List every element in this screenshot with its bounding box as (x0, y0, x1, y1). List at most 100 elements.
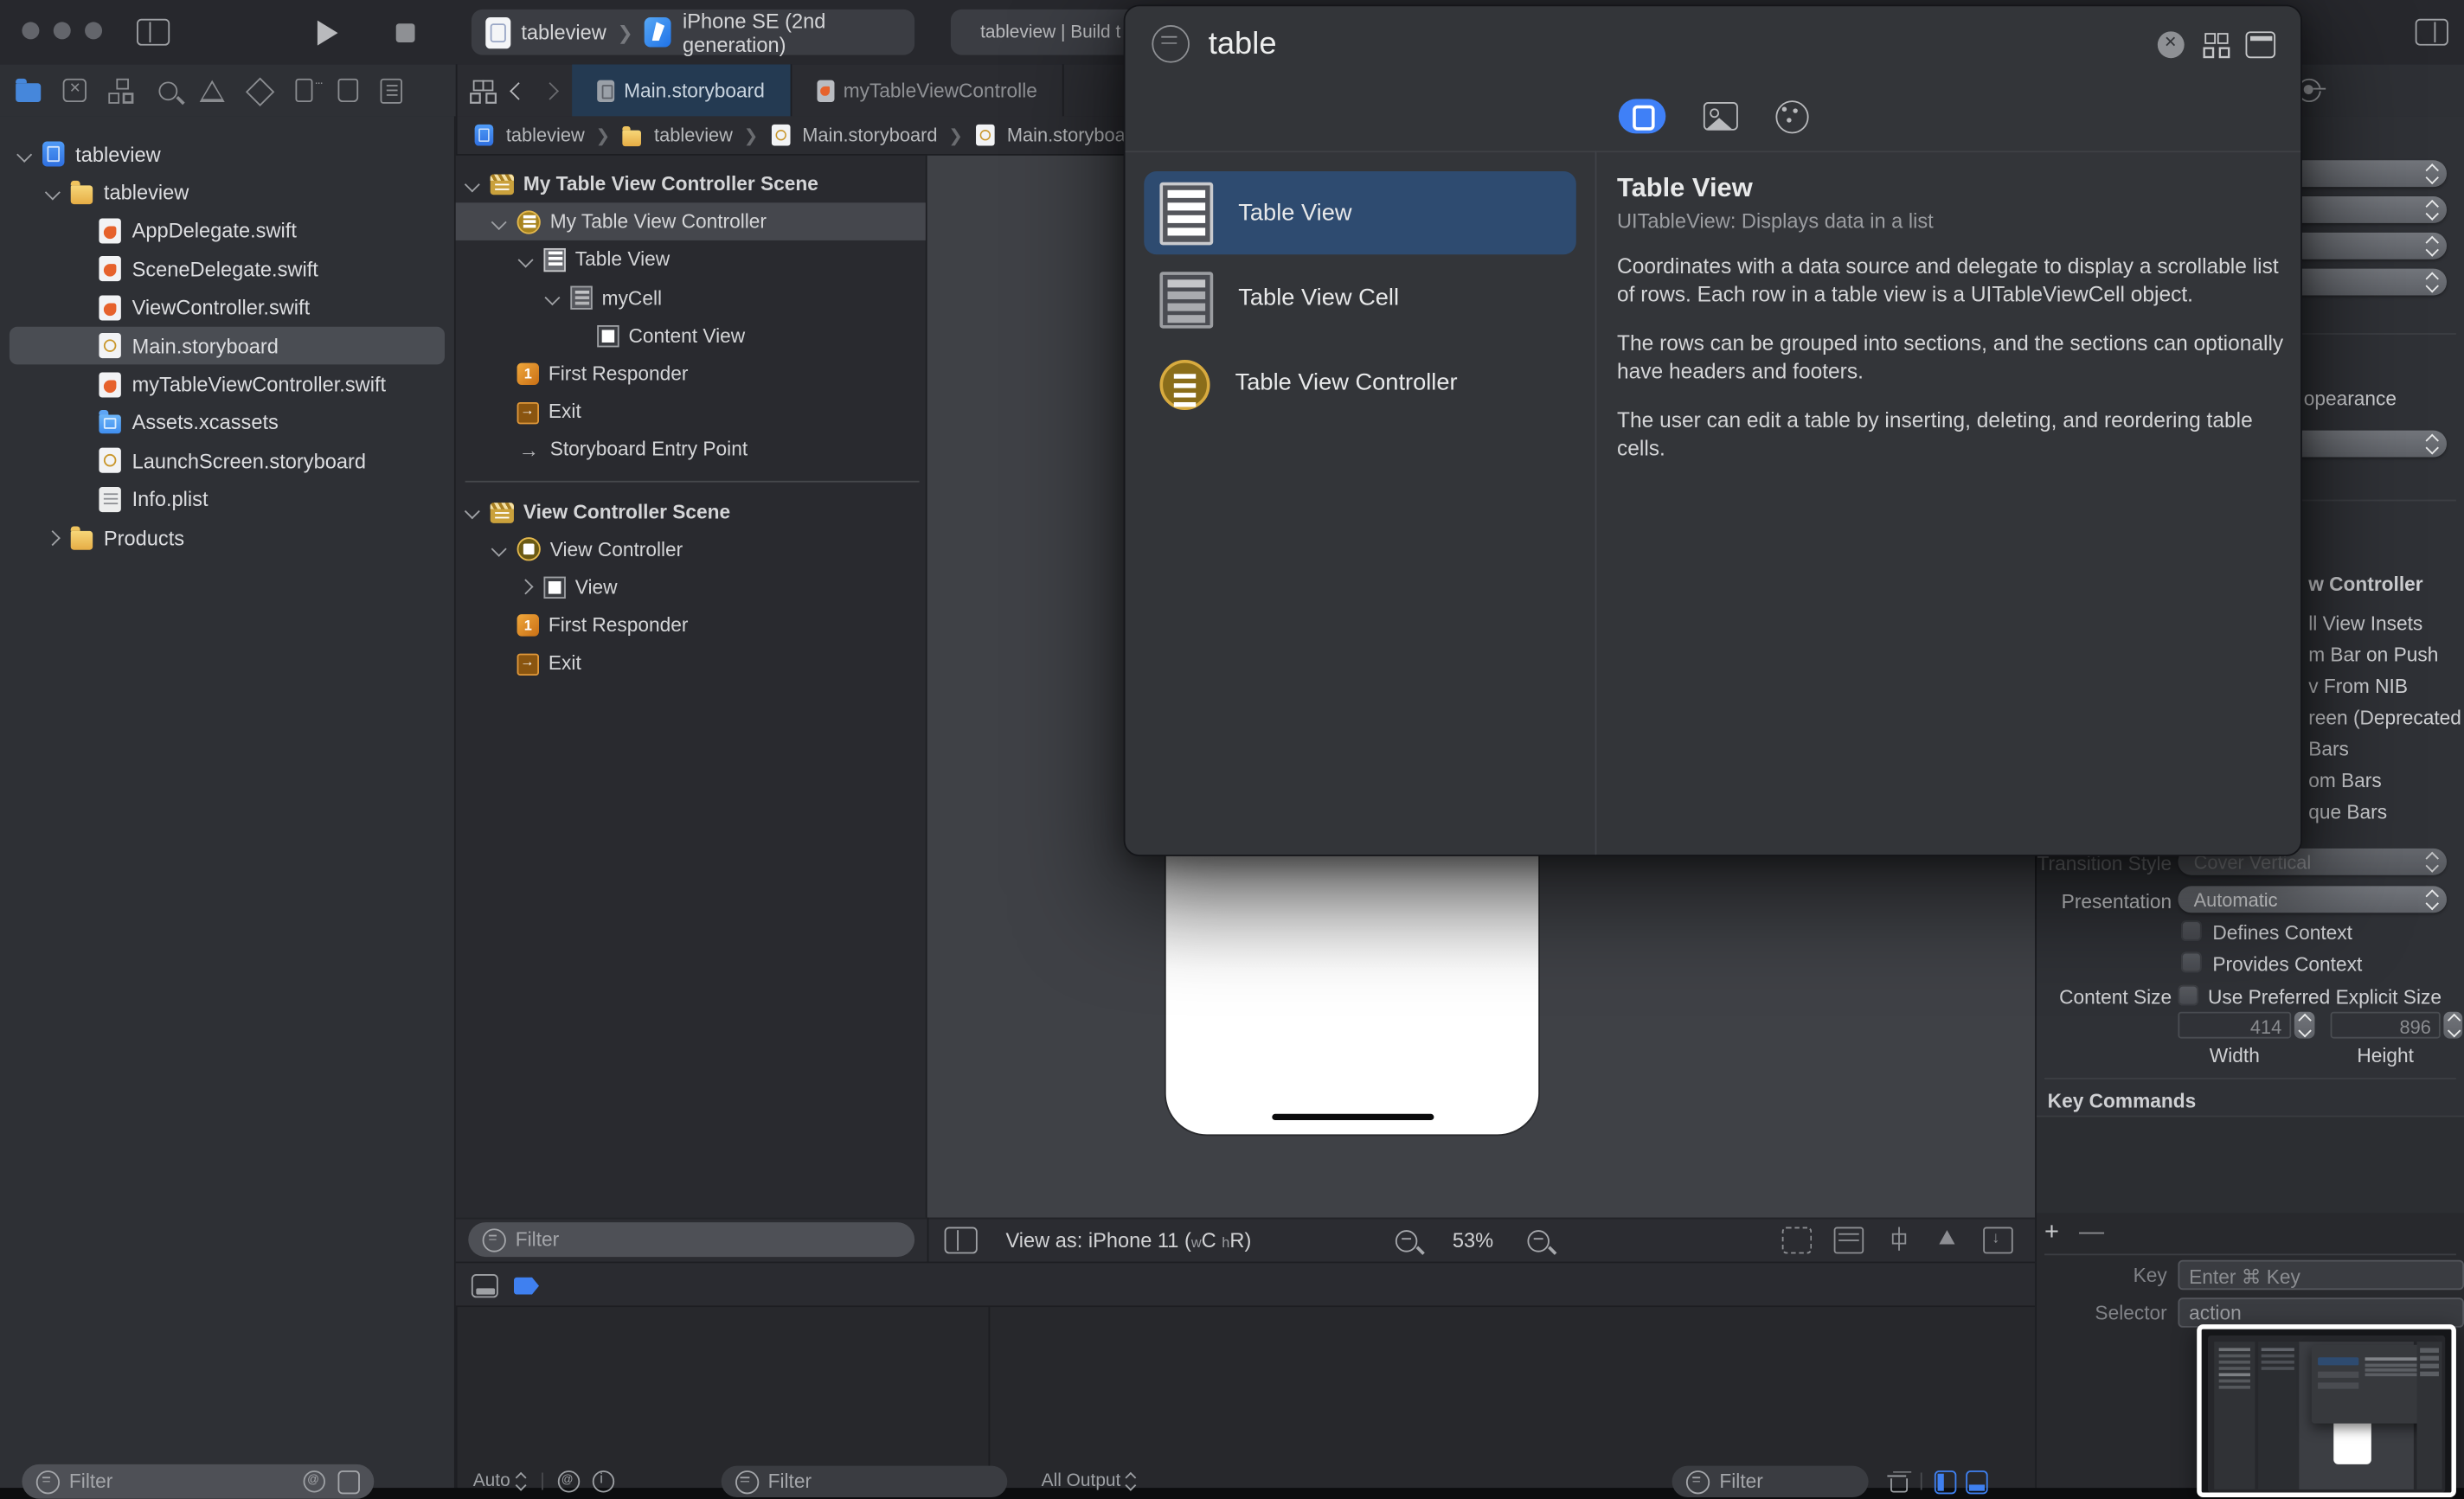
zoom-level[interactable]: 53% (1453, 1228, 1493, 1252)
update-frames-icon[interactable] (1781, 1227, 1813, 1254)
height-stepper[interactable] (2443, 1011, 2463, 1039)
tab-main-storyboard[interactable]: Main.storyboard (572, 64, 792, 117)
disclosure-icon[interactable] (491, 214, 507, 230)
align-icon[interactable] (1833, 1227, 1864, 1254)
hide-debug-area-icon[interactable] (471, 1274, 498, 1298)
symbol-navigator-icon[interactable] (108, 77, 137, 103)
presentation-select[interactable]: Automatic (2178, 886, 2448, 913)
breadcrumb-item[interactable]: Main.storyboa (1007, 124, 1126, 145)
info-icon[interactable] (592, 1470, 614, 1493)
traffic-close-button[interactable] (22, 22, 40, 40)
width-stepper[interactable] (2294, 1011, 2315, 1039)
zoom-in-icon[interactable] (1528, 1229, 1550, 1252)
file-row-main-storyboard[interactable]: Main.storyboard (9, 326, 446, 366)
outline-row-mycell[interactable]: myCell (456, 279, 926, 317)
file-row-info-plist[interactable]: Info.plist (0, 480, 454, 518)
file-row-assets-xcassets[interactable]: Assets.xcassets (0, 403, 454, 441)
library-item-table-view[interactable]: Table View (1144, 170, 1576, 255)
height-field[interactable]: 896 (2330, 1011, 2441, 1039)
traffic-minimize-button[interactable] (53, 22, 71, 40)
auto-scope-select[interactable]: Auto (473, 1472, 510, 1491)
toggle-inspector-icon[interactable] (2415, 18, 2448, 46)
file-row-mytableviewcontroller-swift[interactable]: myTableViewController.swift (0, 365, 454, 403)
outline-row-my-table-view-controller[interactable]: My Table View Controller (455, 202, 926, 241)
test-navigator-icon[interactable] (245, 76, 275, 106)
library-item-table-view-controller[interactable]: Table View Controller (1144, 341, 1575, 424)
disclosure-down-icon[interactable] (464, 503, 480, 520)
close-icon[interactable] (2157, 31, 2185, 59)
file-row-appdelegate-swift[interactable]: AppDelegate.swift (0, 212, 454, 250)
add-constraints-icon[interactable] (1886, 1227, 1913, 1251)
toggle-navigator-icon[interactable] (137, 18, 170, 46)
outline-row-table-view[interactable]: Table View (456, 241, 926, 279)
screenshot-thumbnail-preview[interactable] (2197, 1324, 2456, 1497)
run-button[interactable] (317, 20, 338, 46)
show-types-icon[interactable] (557, 1470, 580, 1493)
library-item-table-view-cell[interactable]: Table View Cell (1144, 256, 1575, 339)
resolve-auto-layout-icon[interactable] (1935, 1227, 1961, 1251)
clear-console-icon[interactable] (1887, 1470, 1909, 1493)
tab-mytableviewcontroller[interactable]: myTableViewControlle (791, 64, 1064, 117)
breadcrumb-item[interactable]: tableview (654, 124, 733, 145)
show-variables-view-icon[interactable] (1935, 1470, 1957, 1494)
file-row-products[interactable]: Products (0, 518, 454, 556)
related-items-icon[interactable] (472, 80, 494, 101)
selector-input[interactable]: action (2178, 1297, 2464, 1328)
breadcrumb-item[interactable]: Main.storyboard (802, 124, 937, 145)
console-filter-input[interactable]: Filter (1672, 1465, 1869, 1497)
scm-status-icon[interactable] (337, 1470, 360, 1494)
scheme-device-name[interactable]: iPhone SE (2nd generation) (683, 9, 914, 55)
breakpoint-navigator-icon[interactable] (337, 78, 359, 103)
disclosure-down-icon[interactable] (16, 146, 33, 163)
source-control-navigator-icon[interactable] (62, 78, 87, 103)
file-row-tableview[interactable]: tableview (0, 135, 454, 173)
zoom-out-icon[interactable] (1396, 1229, 1418, 1252)
disclosure-right-icon[interactable] (44, 529, 61, 546)
outline-row-content-view[interactable]: Content View (456, 317, 926, 355)
recent-files-icon[interactable] (303, 1470, 325, 1493)
all-output-select[interactable]: All Output (1042, 1472, 1121, 1491)
outline-row-exit[interactable]: Exit (456, 644, 926, 682)
outline-row-view[interactable]: View (456, 568, 926, 606)
report-navigator-icon[interactable] (380, 77, 402, 103)
defines-context-checkbox[interactable] (2181, 920, 2202, 941)
scene-header[interactable]: My Table View Controller Scene (456, 165, 926, 203)
file-row-viewcontroller-swift[interactable]: ViewController.swift (0, 288, 454, 326)
project-navigator-icon[interactable] (16, 78, 42, 103)
find-navigator-icon[interactable] (158, 80, 178, 100)
navigator-filter-input[interactable]: Filter (22, 1464, 375, 1499)
file-row-tableview[interactable]: tableview (0, 174, 454, 212)
objects-library-icon[interactable] (1617, 99, 1665, 134)
scheme-selector[interactable]: tableview ❯ iPhone SE (2nd generation) (471, 9, 915, 55)
outline-row-first-responder[interactable]: First Responder (456, 355, 926, 393)
media-library-icon[interactable] (1702, 102, 1737, 131)
back-icon[interactable] (510, 81, 528, 99)
scheme-project-name[interactable]: tableview (521, 21, 606, 44)
console-divider[interactable] (988, 1307, 991, 1489)
disclosure-icon[interactable] (491, 541, 507, 558)
key-commands-table[interactable] (2036, 1115, 2464, 1216)
provides-context-checkbox[interactable] (2181, 951, 2202, 973)
file-row-launchscreen-storyboard[interactable]: LaunchScreen.storyboard (0, 442, 454, 480)
outline-filter-input[interactable]: Filter (468, 1222, 915, 1258)
detail-view-icon[interactable] (2245, 31, 2276, 59)
stop-button[interactable] (395, 23, 415, 43)
disclosure-down-icon[interactable] (464, 176, 480, 192)
breadcrumb-item[interactable]: tableview (506, 124, 585, 145)
use-preferred-size-checkbox[interactable] (2178, 984, 2199, 1006)
embed-in-icon[interactable] (1983, 1227, 2013, 1254)
remove-key-command-button[interactable]: — (2079, 1219, 2104, 1247)
outline-row-exit[interactable]: Exit (456, 393, 926, 431)
library-filter-icon[interactable] (1152, 25, 1190, 63)
disclosure-icon[interactable] (517, 252, 534, 268)
colors-library-icon[interactable] (1774, 99, 1808, 133)
forward-icon[interactable] (541, 81, 559, 99)
toggle-outline-icon[interactable] (944, 1227, 978, 1254)
width-field[interactable]: 414 (2178, 1011, 2292, 1039)
view-as-label[interactable]: View as: iPhone 11 (wC hR) (1005, 1228, 1251, 1252)
file-row-scenedelegate-swift[interactable]: SceneDelegate.swift (0, 250, 454, 288)
outline-row-first-responder[interactable]: First Responder (456, 606, 926, 644)
disclosure-icon[interactable] (544, 290, 561, 306)
library-search-input[interactable]: table (1209, 26, 1277, 62)
variables-filter-input[interactable]: Filter (721, 1465, 1007, 1497)
